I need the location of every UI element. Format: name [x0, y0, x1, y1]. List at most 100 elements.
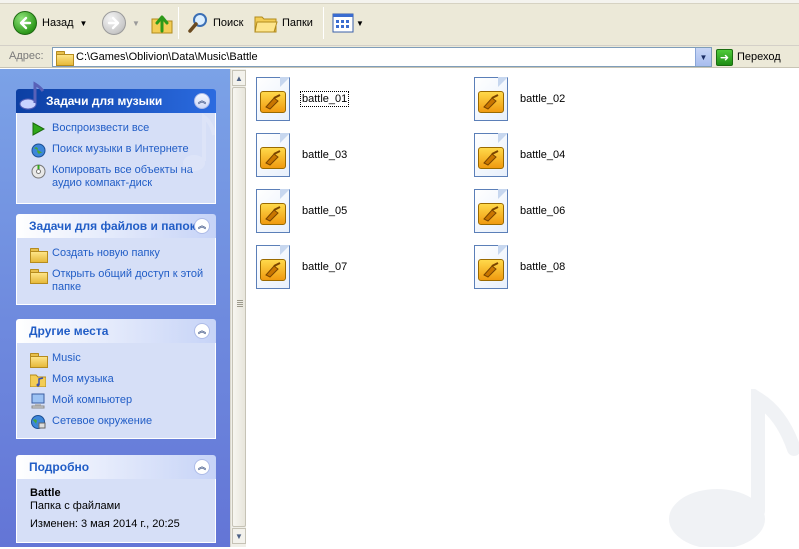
audio-file-icon	[472, 75, 510, 123]
task-label: Воспроизвести все	[52, 122, 150, 134]
file-item[interactable]: battle_03	[254, 131, 348, 179]
file-name: battle_04	[520, 149, 566, 161]
place-music[interactable]: Music	[30, 349, 205, 370]
network-icon	[30, 414, 46, 430]
place-my-music[interactable]: Моя музыка	[30, 370, 205, 391]
place-label: Моя музыка	[52, 373, 114, 385]
forward-dropdown-icon[interactable]: ▼	[132, 19, 140, 28]
up-folder-icon	[151, 15, 173, 34]
views-icon	[332, 13, 354, 33]
back-dropdown-icon[interactable]: ▼	[80, 19, 88, 28]
task-label: Открыть общий доступ к этой папке	[52, 268, 204, 293]
audio-file-icon	[254, 243, 292, 291]
forward-button[interactable]: ▼	[102, 9, 140, 37]
folders-label: Папки	[282, 17, 313, 29]
file-item[interactable]: battle_01	[254, 75, 350, 123]
place-label: Music	[52, 352, 81, 364]
folder-icon	[30, 351, 48, 368]
search-icon	[188, 13, 207, 33]
back-button[interactable]: Назад ▼	[13, 9, 87, 37]
toolbar-top-border	[0, 0, 799, 4]
file-name: battle_01	[299, 91, 350, 107]
details-header[interactable]: Подробно ︽	[16, 455, 216, 479]
audio-file-icon	[472, 243, 510, 291]
file-tasks-title: Задачи для файлов и папок	[29, 219, 196, 233]
scroll-thumb[interactable]	[232, 87, 246, 527]
file-item[interactable]: battle_02	[472, 75, 566, 123]
file-tasks-header[interactable]: Задачи для файлов и папок ︽	[16, 214, 216, 238]
music-note-watermark-icon	[183, 113, 216, 171]
file-item[interactable]: battle_05	[254, 187, 348, 235]
file-name: battle_07	[302, 261, 348, 273]
folders-icon	[254, 16, 278, 33]
up-folder-button[interactable]	[150, 9, 174, 37]
task-search-music-online[interactable]: Поиск музыки в Интернете	[30, 140, 205, 161]
scroll-down-arrow-icon[interactable]: ▼	[232, 528, 246, 544]
task-share-folder[interactable]: Открыть общий доступ к этой папке	[30, 265, 205, 297]
go-button[interactable]: ➜ Переход	[716, 48, 781, 66]
forward-arrow-icon	[102, 11, 126, 35]
task-pane: Задачи для музыки ︽ Воспроизвести все По…	[0, 69, 230, 547]
other-places-header[interactable]: Другие места ︽	[16, 319, 216, 343]
file-item[interactable]: battle_08	[472, 243, 566, 291]
place-network[interactable]: Сетевое окружение	[30, 412, 205, 433]
collapse-chevron-icon[interactable]: ︽	[194, 323, 210, 339]
file-list: battle_01 battle_02 battle_03 battle_04 …	[247, 69, 799, 547]
views-button[interactable]: ▼	[332, 9, 364, 37]
details-body: Battle Папка с файлами Изменен: 3 мая 20…	[16, 479, 216, 543]
my-music-icon	[30, 372, 46, 388]
address-label: Адрес:	[9, 50, 44, 62]
audio-file-icon	[472, 187, 510, 235]
other-places-title: Другие места	[29, 324, 109, 338]
task-label: Создать новую папку	[52, 247, 160, 259]
go-arrow-icon: ➜	[716, 48, 733, 66]
search-button[interactable]: Поиск	[187, 9, 243, 37]
go-label: Переход	[737, 51, 781, 63]
details-item-name: Battle	[30, 487, 61, 499]
task-pane-scrollbar[interactable]: ▲ ▼	[230, 69, 246, 547]
music-note-icon	[19, 81, 45, 110]
shared-folder-icon	[30, 267, 48, 284]
file-tasks-panel: Задачи для файлов и папок ︽ Создать нову…	[16, 214, 216, 305]
music-tasks-body: Воспроизвести все Поиск музыки в Интерне…	[16, 113, 216, 204]
globe-icon	[30, 142, 46, 158]
cd-copy-icon	[30, 163, 46, 179]
computer-icon	[30, 393, 46, 409]
details-title: Подробно	[29, 460, 90, 474]
place-label: Мой компьютер	[52, 394, 133, 406]
back-arrow-icon	[13, 11, 37, 35]
details-panel: Подробно ︽ Battle Папка с файлами Измене…	[16, 455, 216, 543]
file-name: battle_06	[520, 205, 566, 217]
place-my-computer[interactable]: Мой компьютер	[30, 391, 205, 412]
file-name: battle_08	[520, 261, 566, 273]
back-label: Назад	[42, 17, 74, 29]
scroll-up-arrow-icon[interactable]: ▲	[232, 70, 246, 86]
address-dropdown-icon[interactable]: ▼	[695, 48, 711, 66]
address-input[interactable]: C:\Games\Oblivion\Data\Music\Battle ▼	[52, 47, 712, 67]
file-item[interactable]: battle_06	[472, 187, 566, 235]
music-tasks-title: Задачи для музыки	[46, 94, 163, 108]
file-name: battle_05	[302, 205, 348, 217]
other-places-panel: Другие места ︽ Music Моя музыка Мой комп…	[16, 319, 216, 439]
views-dropdown-icon[interactable]: ▼	[356, 19, 364, 28]
task-new-folder[interactable]: Создать новую папку	[30, 244, 205, 265]
folders-button[interactable]: Папки	[254, 9, 313, 37]
file-item[interactable]: battle_07	[254, 243, 348, 291]
collapse-chevron-icon[interactable]: ︽	[194, 218, 210, 234]
audio-file-icon	[472, 131, 510, 179]
audio-file-icon	[254, 131, 292, 179]
music-tasks-panel: Задачи для музыки ︽ Воспроизвести все По…	[16, 81, 216, 204]
task-copy-to-cd[interactable]: Копировать все объекты на аудио компакт-…	[30, 161, 205, 193]
music-tasks-header[interactable]: Задачи для музыки ︽	[16, 81, 216, 113]
place-label: Сетевое окружение	[52, 415, 153, 427]
folder-icon	[56, 50, 74, 66]
task-label: Поиск музыки в Интернете	[52, 143, 189, 155]
toolbar-separator	[178, 7, 179, 39]
toolbar-separator	[323, 7, 324, 39]
file-item[interactable]: battle_04	[472, 131, 566, 179]
file-tasks-body: Создать новую папку Открыть общий доступ…	[16, 238, 216, 305]
collapse-chevron-icon[interactable]: ︽	[194, 459, 210, 475]
task-play-all[interactable]: Воспроизвести все	[30, 119, 205, 140]
search-label: Поиск	[213, 17, 244, 29]
collapse-chevron-icon[interactable]: ︽	[194, 93, 210, 109]
